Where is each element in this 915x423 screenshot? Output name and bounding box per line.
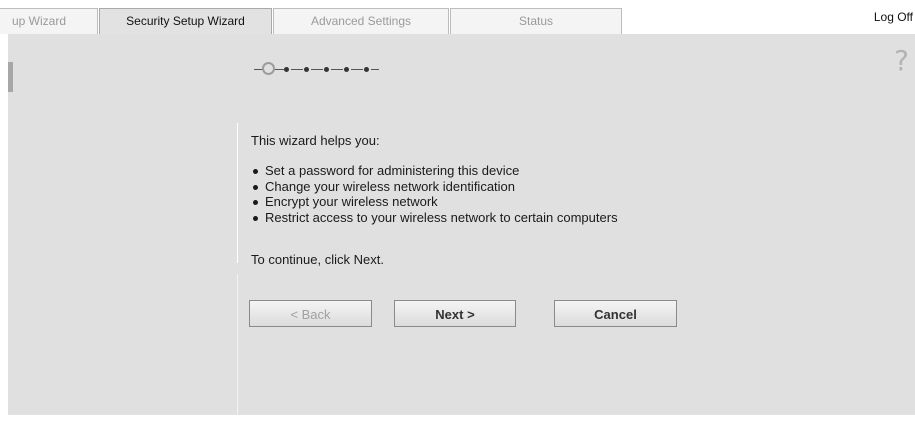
back-button[interactable]: < Back xyxy=(249,300,372,327)
tab-setup-wizard[interactable]: up Wizard xyxy=(0,8,98,34)
wizard-feature-list: Set a password for administering this de… xyxy=(251,163,618,225)
wizard-description: This wizard helps you: Set a password fo… xyxy=(237,123,738,267)
progress-line xyxy=(311,69,323,70)
next-button[interactable]: Next > xyxy=(394,300,516,327)
tab-status[interactable]: Status xyxy=(450,8,622,34)
progress-line xyxy=(275,69,284,70)
question-mark-icon[interactable]: ? xyxy=(894,46,909,76)
left-scroll-indicator[interactable] xyxy=(8,62,13,92)
cancel-button[interactable]: Cancel xyxy=(554,300,677,327)
continue-instruction: To continue, click Next. xyxy=(251,252,384,267)
tab-advanced-settings[interactable]: Advanced Settings xyxy=(273,8,449,34)
progress-step-dot xyxy=(324,67,329,72)
tab-bar: up Wizard Security Setup Wizard Advanced… xyxy=(0,0,915,34)
wizard-intro-text: This wizard helps you: xyxy=(251,133,380,148)
progress-step-dot xyxy=(364,67,369,72)
list-item: Change your wireless network identificat… xyxy=(251,179,618,195)
wizard-panel: ? This wizard helps you: Set a password … xyxy=(8,34,915,415)
progress-line xyxy=(351,69,363,70)
progress-line xyxy=(254,69,262,70)
progress-line xyxy=(291,69,303,70)
progress-step-dot xyxy=(344,67,349,72)
progress-step-dot xyxy=(284,67,289,72)
log-off-link[interactable]: Log Off xyxy=(874,10,913,24)
progress-step-dot xyxy=(304,67,309,72)
progress-current-step xyxy=(262,62,275,75)
progress-line xyxy=(331,69,343,70)
list-item: Set a password for administering this de… xyxy=(251,163,618,179)
list-item: Restrict access to your wireless network… xyxy=(251,210,618,226)
divider xyxy=(237,274,238,415)
tab-security-setup-wizard[interactable]: Security Setup Wizard xyxy=(99,8,272,34)
progress-line xyxy=(371,69,379,70)
list-item: Encrypt your wireless network xyxy=(251,194,618,210)
